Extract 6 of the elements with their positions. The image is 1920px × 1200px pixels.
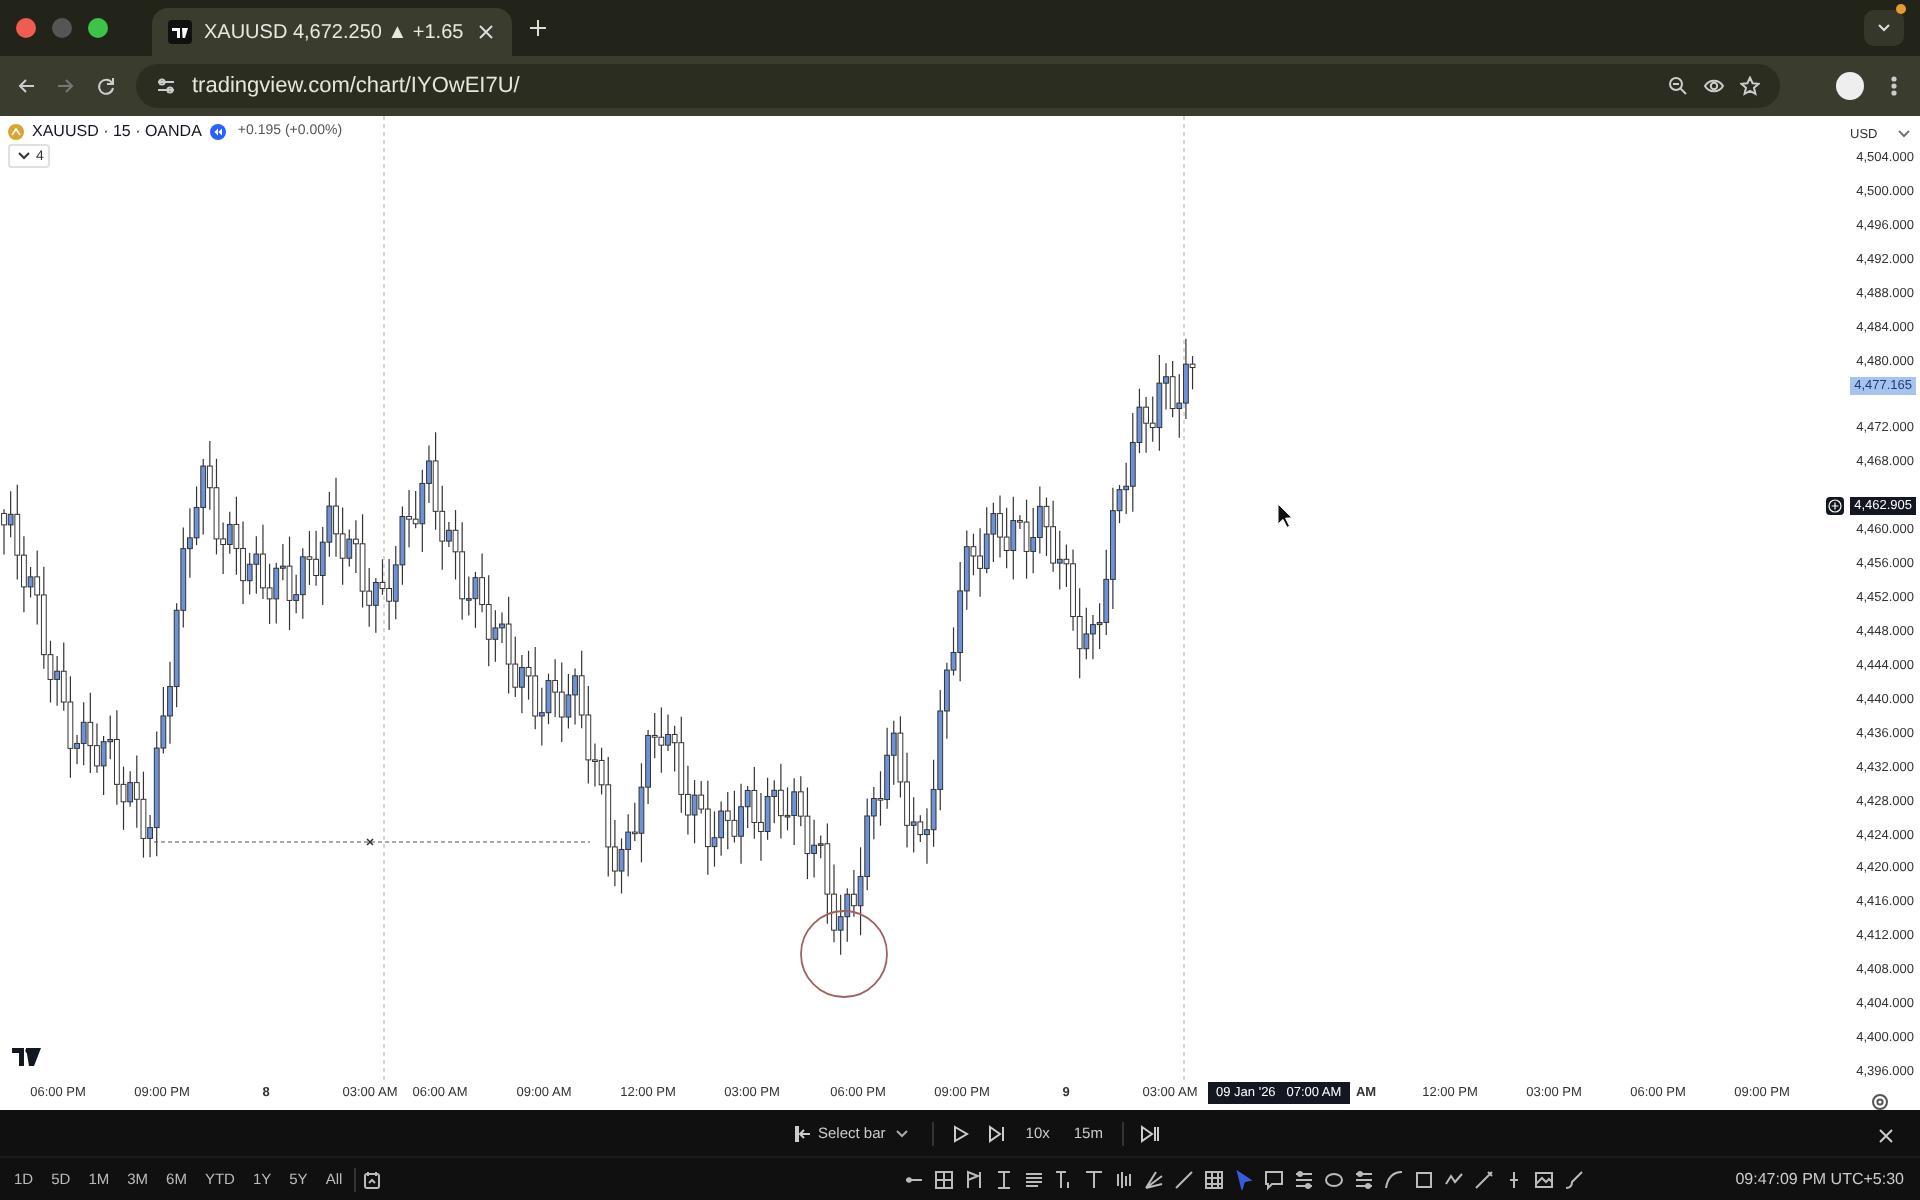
tab-title: XAUUSD 4,672.250 ▲ +1.65 xyxy=(204,21,464,43)
url-text: tradingview.com/chart/IYOwEI7U/ xyxy=(192,74,522,98)
browser-tab[interactable]: XAUUSD 4,672.250 ▲ +1.65 xyxy=(152,8,512,56)
clock-text: 09:47:09 PM UTC+5:30 xyxy=(1735,1170,1906,1188)
symbol-title[interactable]: XAUUSD · 15 · OANDA xyxy=(32,122,202,140)
address-bar[interactable]: tradingview.com/chart/IYOwEI7U/ xyxy=(136,64,1780,108)
